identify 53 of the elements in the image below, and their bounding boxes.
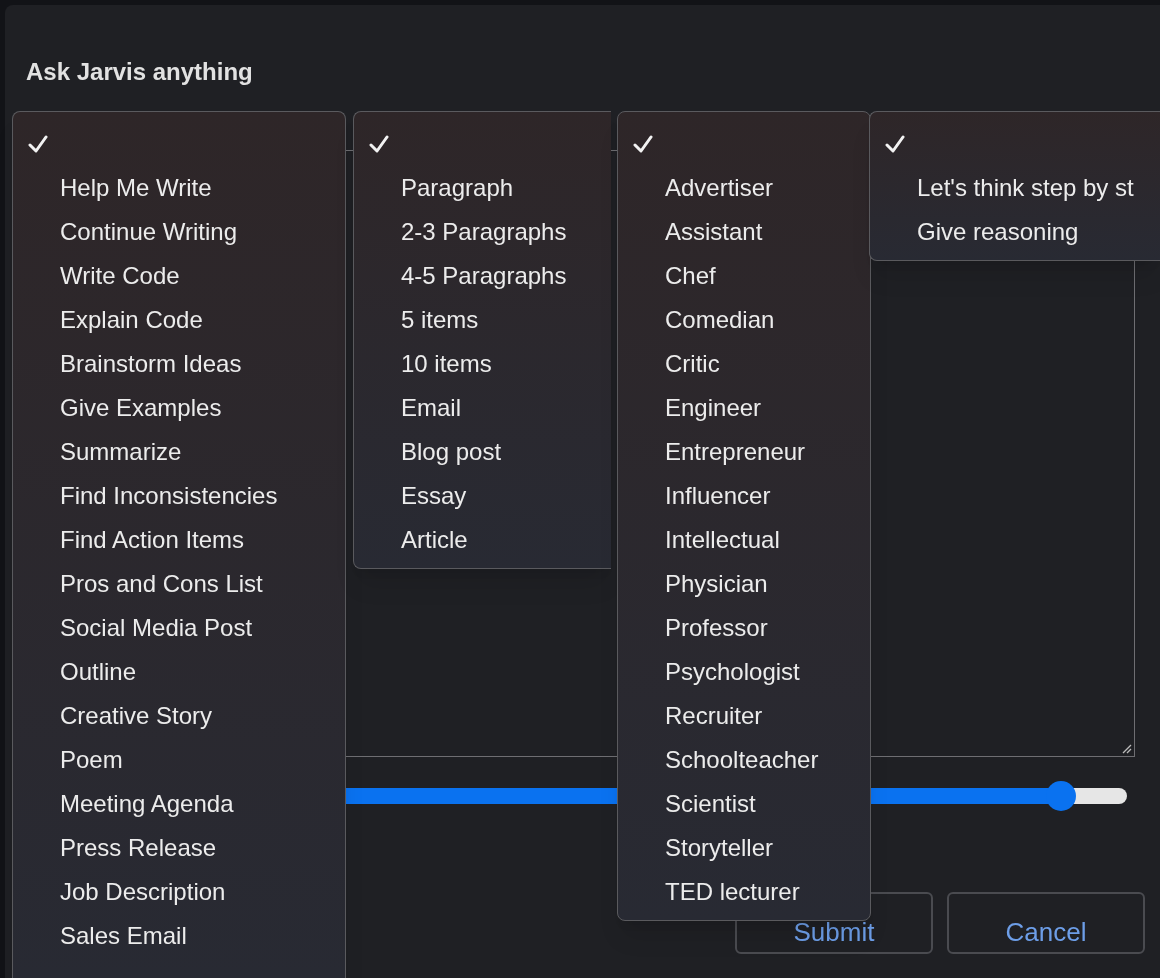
menu-item[interactable]: Physician bbox=[618, 562, 776, 606]
menu-item[interactable]: Sales Email bbox=[13, 914, 195, 958]
menu-item[interactable]: Social Media Post bbox=[13, 606, 261, 650]
menu-item[interactable]: 10 items bbox=[354, 342, 500, 386]
menu-item[interactable]: Entrepreneur bbox=[618, 430, 814, 474]
menu-item[interactable]: Email bbox=[354, 386, 469, 430]
menu-item[interactable]: Influencer bbox=[618, 474, 779, 518]
menu-item[interactable]: Give Examples bbox=[13, 386, 230, 430]
menu-item[interactable]: Find Action Items bbox=[13, 518, 253, 562]
menu-item[interactable]: Explain Code bbox=[13, 298, 211, 342]
menu-item[interactable]: Assistant bbox=[618, 210, 771, 254]
menu-item[interactable]: Chef bbox=[618, 254, 724, 298]
checkmark-icon bbox=[28, 135, 48, 153]
checkmark-icon bbox=[885, 135, 905, 153]
menu-item[interactable]: Meeting Agenda bbox=[13, 782, 242, 826]
menu-item[interactable]: Continue Writing bbox=[13, 210, 245, 254]
menu-item[interactable]: Professor bbox=[618, 606, 776, 650]
menu-item[interactable]: Poem bbox=[13, 738, 131, 782]
menu-item[interactable]: Brainstorm Ideas bbox=[13, 342, 250, 386]
menu-item[interactable]: Engineer bbox=[618, 386, 770, 430]
menu-item[interactable]: Summarize bbox=[13, 430, 190, 474]
menu-item[interactable]: 5 items bbox=[354, 298, 487, 342]
menu-item[interactable]: 2-3 Paragraphs bbox=[354, 210, 575, 254]
menu-item[interactable]: Comedian bbox=[618, 298, 783, 342]
menu-item[interactable]: Outline bbox=[13, 650, 145, 694]
menu-item[interactable]: Job Description bbox=[13, 870, 234, 914]
menu-item[interactable]: Press Release bbox=[13, 826, 225, 870]
menu-item[interactable]: Recruiter bbox=[618, 694, 771, 738]
menu-item[interactable]: Schoolteacher bbox=[618, 738, 827, 782]
menu-item[interactable]: Intellectual bbox=[618, 518, 788, 562]
menu-item[interactable]: Advertiser bbox=[618, 166, 782, 210]
menu-item[interactable]: Scientist bbox=[618, 782, 764, 826]
menu-item[interactable]: Pros and Cons List bbox=[13, 562, 271, 606]
menu-item[interactable]: Creative Story bbox=[13, 694, 221, 738]
menu-item[interactable]: Paragraph bbox=[354, 166, 522, 210]
menu-item[interactable]: Give reasoning bbox=[870, 210, 1087, 254]
slider-thumb[interactable] bbox=[1045, 781, 1076, 811]
menu-item[interactable]: Write Code bbox=[13, 254, 188, 298]
menu-item[interactable]: Storyteller bbox=[618, 826, 782, 870]
checkmark-icon bbox=[633, 135, 653, 153]
resize-handle-icon[interactable] bbox=[1120, 742, 1132, 754]
dialog-title: Ask Jarvis anything bbox=[25, 58, 254, 85]
menu-item[interactable]: Article bbox=[354, 518, 476, 562]
menu-item[interactable]: 4-5 Paragraphs bbox=[354, 254, 575, 298]
menu-item[interactable]: Let's think step by st bbox=[870, 166, 1142, 210]
menu-item[interactable]: Find Inconsistencies bbox=[13, 474, 286, 518]
menu-item[interactable]: Blog post bbox=[354, 430, 510, 474]
checkmark-icon bbox=[369, 135, 389, 153]
menu-item[interactable]: Psychologist bbox=[618, 650, 808, 694]
dialog-button[interactable]: Cancel bbox=[947, 892, 1145, 954]
menu-item[interactable]: Critic bbox=[618, 342, 728, 386]
menu-item[interactable]: Help Me Write bbox=[13, 166, 220, 210]
menu-item[interactable]: Essay bbox=[354, 474, 475, 518]
